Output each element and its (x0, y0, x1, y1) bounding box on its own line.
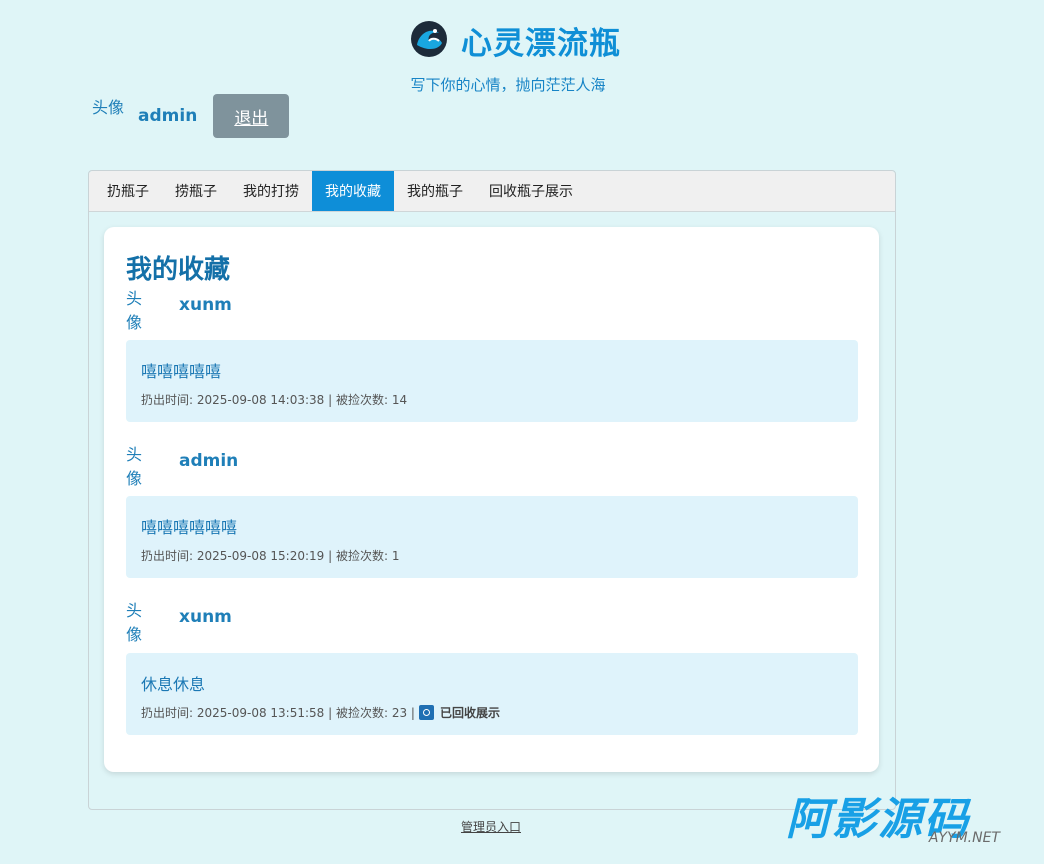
avatar: 头像 (126, 445, 143, 488)
bottle-meta: 扔出时间: 2025-09-08 15:20:19 | 被捡次数: 1 (141, 547, 399, 564)
bottle-content: 嘻嘻嘻嘻嘻嘻 (141, 518, 238, 537)
entry-username: xunm (179, 295, 232, 315)
recycle-icon (418, 705, 434, 720)
bottle-card: 休息休息 扔出时间: 2025-09-08 13:51:58 | 被捡次数: 2… (126, 653, 858, 735)
tab-throw-bottle[interactable]: 扔瓶子 (94, 171, 162, 211)
user-bar: 头像 admin 退出 (92, 94, 290, 138)
bottle-card: 嘻嘻嘻嘻嘻嘻 扔出时间: 2025-09-08 15:20:19 | 被捡次数:… (126, 496, 858, 578)
favorites-card: 我的收藏 头像 xunm 嘻嘻嘻嘻嘻 扔出时间: 2025-09-08 14:0… (104, 227, 879, 772)
main-panel: 扔瓶子 捞瓶子 我的打捞 我的收藏 我的瓶子 回收瓶子展示 我的收藏 头像 xu… (88, 170, 896, 810)
bottle-meta-text: 扔出时间: 2025-09-08 15:20:19 | 被捡次数: 1 (141, 549, 400, 563)
bottle-card: 嘻嘻嘻嘻嘻 扔出时间: 2025-09-08 14:03:38 | 被捡次数: … (126, 340, 858, 422)
entry-username: admin (179, 451, 239, 471)
recycled-badge: 已回收展示 (439, 706, 500, 720)
tab-bar: 扔瓶子 捞瓶子 我的打捞 我的收藏 我的瓶子 回收瓶子展示 (89, 171, 895, 212)
tab-my-bottles[interactable]: 我的瓶子 (394, 171, 476, 211)
logout-button[interactable]: 退出 (213, 94, 290, 138)
avatar: 头像 (92, 98, 125, 117)
watermark-en: AYYM.NET (928, 830, 1000, 846)
avatar: 头像 (126, 289, 143, 332)
tab-my-catches[interactable]: 我的打捞 (230, 171, 312, 211)
current-username: admin (138, 106, 198, 126)
wave-icon (409, 19, 449, 63)
bottle-meta: 扔出时间: 2025-09-08 13:51:58 | 被捡次数: 23 | 已… (141, 704, 500, 721)
bottle-content: 嘻嘻嘻嘻嘻 (141, 362, 222, 381)
avatar: 头像 (126, 601, 143, 644)
bottle-content: 休息休息 (141, 675, 206, 694)
bottle-meta: 扔出时间: 2025-09-08 14:03:38 | 被捡次数: 14 (141, 391, 407, 408)
site-subtitle: 写下你的心情，抛向茫茫人海 (410, 76, 606, 94)
site-header: 心灵漂流瓶 (0, 18, 1044, 63)
page-title: 我的收藏 (126, 255, 231, 285)
site-title: 心灵漂流瓶 (461, 26, 621, 62)
tab-fish-bottle[interactable]: 捞瓶子 (162, 171, 230, 211)
bottle-meta-text: 扔出时间: 2025-09-08 14:03:38 | 被捡次数: 14 (141, 393, 408, 407)
watermark-logo: 阿影源码 AYYM.NET (786, 796, 1016, 854)
tab-recycled-showcase[interactable]: 回收瓶子展示 (476, 171, 586, 211)
brand: 心灵漂流瓶 (409, 18, 621, 63)
bottle-meta-text: 扔出时间: 2025-09-08 13:51:58 | 被捡次数: 23 | (141, 706, 415, 720)
entry-username: xunm (179, 607, 232, 627)
tab-my-favorites[interactable]: 我的收藏 (312, 171, 394, 211)
